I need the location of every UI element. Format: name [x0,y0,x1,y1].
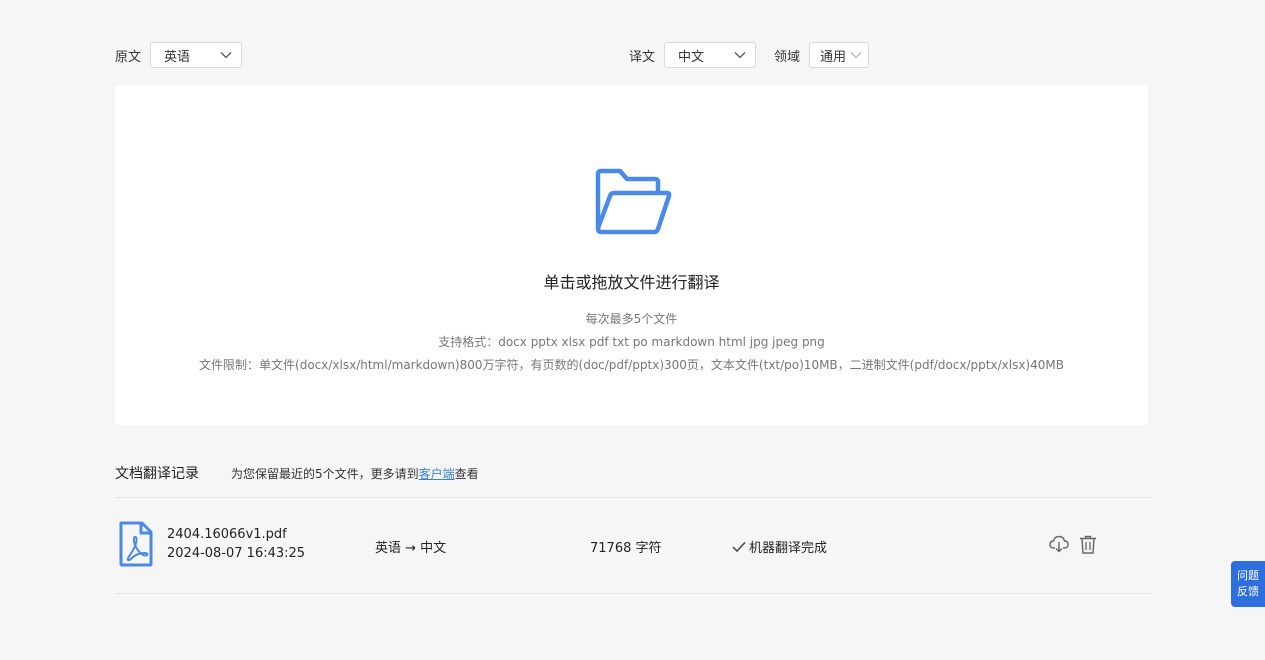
source-language-value: 英语 [164,49,191,65]
table-row: 2404.16066v1.pdf 2024-08-07 16:43:25 英语 … [115,498,1151,593]
history-note-suffix: 查看 [454,466,479,481]
target-language-value: 中文 [677,49,704,65]
history-note-prefix: 为您保留最近的5个文件，更多请到 [231,466,419,481]
feedback-button[interactable]: 问题反馈 [1231,561,1265,607]
upload-limit-count: 每次最多5个文件 [585,312,678,326]
client-link[interactable]: 客户端 [419,467,455,481]
domain-select[interactable]: 通用 [809,42,869,68]
status-badge: 机器翻译完成 [732,537,827,556]
target-group: 译文 中文 领域 通用 [629,42,869,68]
pdf-file-icon [119,521,153,567]
chevron-down-icon [734,52,746,59]
target-label: 译文 [628,49,655,65]
chevron-down-icon [220,52,232,59]
upload-title: 单击或拖放文件进行翻译 [543,273,720,292]
language-pair: 英语 → 中文 [375,541,447,556]
status-text: 机器翻译完成 [749,541,828,556]
folder-open-icon [595,168,672,235]
chevron-down-icon [850,52,862,59]
history-note: 为您保留最近的5个文件，更多请到客户端查看 [231,465,479,482]
divider [115,593,1151,594]
trash-icon[interactable] [1079,535,1097,554]
source-language-select[interactable]: 英语 [150,42,243,68]
language-bar: 原文 英语 译文 中文 领域 通用 [115,42,1148,68]
cloud-download-icon[interactable] [1049,535,1069,553]
history-title: 文档翻译记录 [115,466,199,482]
character-count: 71768 字符 [590,541,662,556]
domain-label: 领域 [773,49,800,65]
file-drop-zone[interactable]: 单击或拖放文件进行翻译 每次最多5个文件 支持格式：docx pptx xlsx… [115,85,1148,425]
upload-formats: 支持格式：docx pptx xlsx pdf txt po markdown … [438,335,825,349]
domain-value: 通用 [820,49,847,65]
source-label: 原文 [115,49,142,65]
file-name: 2404.16066v1.pdf [167,527,287,542]
target-language-select[interactable]: 中文 [663,42,756,68]
history-header: 文档翻译记录 为您保留最近的5个文件，更多请到客户端查看 [115,463,479,483]
file-time: 2024-08-07 16:43:25 [167,546,306,561]
check-icon [732,541,746,552]
upload-size-limits: 文件限制：单文件(docx/xlsx/html/markdown)800万字符，… [199,358,1064,372]
